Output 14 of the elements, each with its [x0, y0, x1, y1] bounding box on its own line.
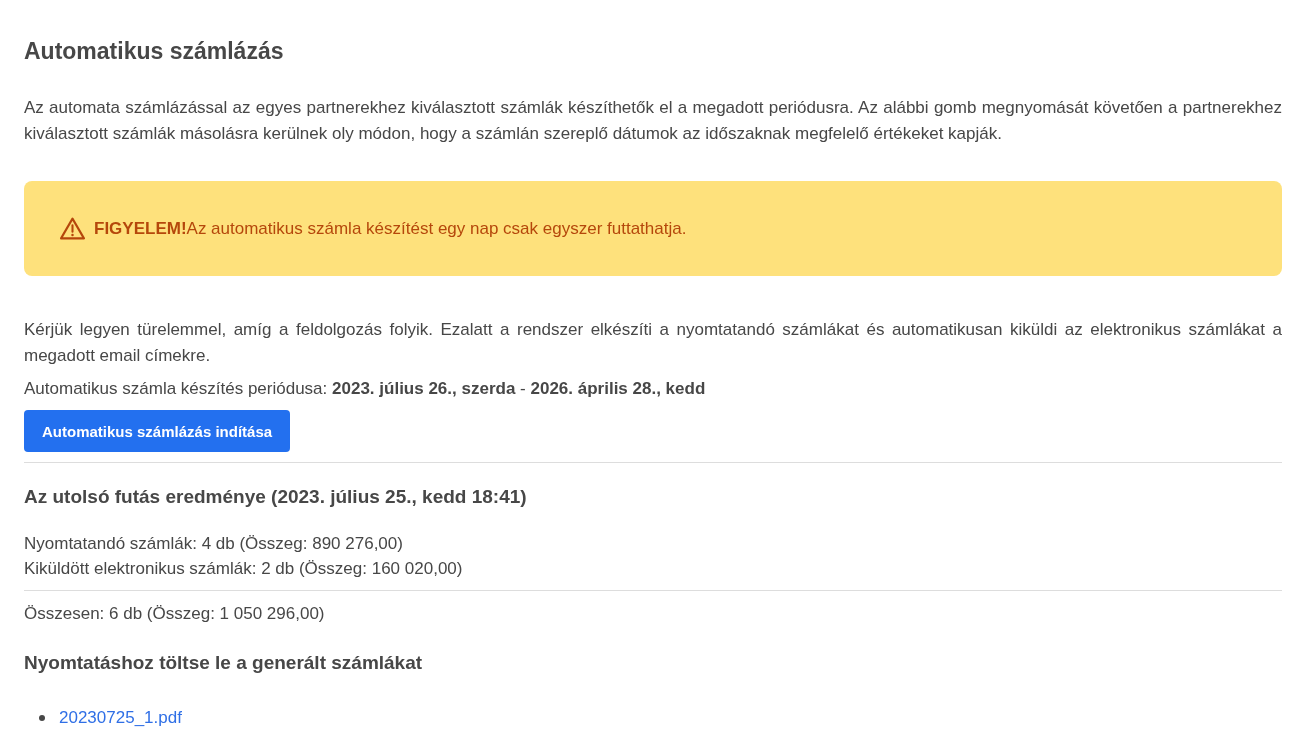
result-line: Nyomtatandó számlák: 4 db (Összeg: 890 276,00)	[24, 533, 404, 555]
file-link[interactable]: 20230725_1.pdf	[59, 708, 182, 728]
intro-paragraph: Az automata számlázással az egyes partnerekhez kiválasztott számlák készíthetők el a megadott periódusra. Az alábbi gomb megnyomását követően a partnerekhez kiválasztott számlák másolásra kerülnek oly módon, hogy a számlán szereplő dátumok az időszaknak megfelelő értékeket kapják.	[24, 97, 1282, 145]
warning-triangle-icon	[60, 217, 85, 240]
start-billing-button[interactable]: Automatikus számlázás indítása	[24, 410, 291, 452]
downloads-heading: Nyomtatáshoz töltse le a generált számlákat	[24, 651, 424, 675]
last-run-heading: Az utolsó futás eredménye (2023. július 25., kedd 18:41)	[24, 485, 528, 509]
page-title: Automatikus számlázás	[24, 37, 285, 66]
bullet-icon	[39, 715, 45, 721]
notice-paragraph: Kérjük legyen türelemmel, amíg a feldolgozás folyik. Ezalatt a rendszer elkészíti a nyomtatandó számlákat és automatikusan kiküldi az elektronikus számlákat a megadott email címekre.	[24, 319, 1282, 367]
warning-message: FIGYELEM!Az automatikus számla készítést egy nap csak egyszer futtathatja.	[94, 217, 687, 240]
result-line: Kiküldött elektronikus számlák: 2 db (Összeg: 160 020,00)	[24, 558, 464, 580]
total-line: Összesen: 6 db (Összeg: 1 050 296,00)	[24, 603, 326, 625]
period-text: Automatikus számla készítés periódusa: 2023. július 26., szerda - 2026. április 28., kedd	[24, 378, 707, 400]
